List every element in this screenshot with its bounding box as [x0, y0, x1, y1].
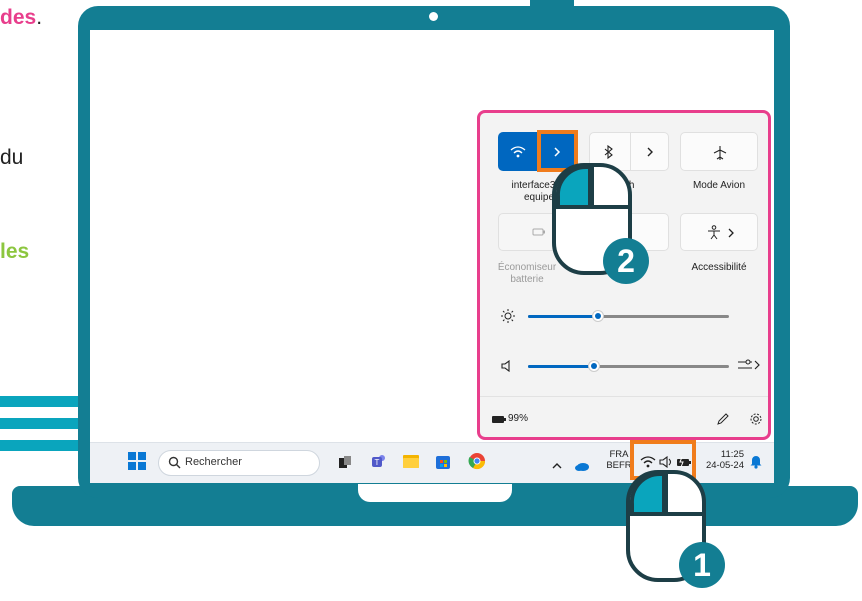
start-icon[interactable]	[128, 452, 146, 470]
taskbar-search[interactable]: Rechercher	[158, 450, 320, 476]
brightness-thumb[interactable]	[592, 310, 604, 322]
file-explorer-icon[interactable]	[402, 452, 420, 470]
brightness-slider[interactable]	[528, 308, 729, 324]
chevron-right-icon[interactable]	[646, 146, 654, 158]
battery-saver-icon	[532, 228, 545, 236]
wifi-icon	[640, 456, 656, 468]
store-icon[interactable]	[434, 452, 452, 470]
svg-text:T: T	[375, 458, 380, 467]
battery-icon	[492, 416, 506, 423]
left-text-line2: du	[0, 146, 24, 169]
battery-saver-label-line2: batterie	[510, 274, 544, 285]
step-badge-2: 2	[603, 238, 649, 284]
settings-gear-icon[interactable]	[749, 412, 763, 426]
brightness-fill	[528, 315, 598, 318]
left-text-line3: les	[0, 240, 30, 263]
search-placeholder: Rechercher	[185, 456, 242, 468]
left-text-line1: des.	[0, 6, 43, 29]
teams-icon[interactable]: T	[371, 453, 387, 469]
battery-icon	[677, 457, 691, 467]
volume-slider[interactable]	[528, 358, 729, 374]
volume-icon	[659, 456, 672, 468]
accessibility-label: Accessibilité	[691, 262, 747, 273]
clock[interactable]: 11:25 24-05-24	[702, 449, 744, 471]
volume-icon	[501, 360, 510, 372]
airplane-icon	[713, 146, 727, 160]
onedrive-icon[interactable]	[574, 456, 590, 471]
audio-output-icon[interactable]	[738, 358, 762, 372]
volume-fill	[528, 365, 594, 368]
wifi-icon	[510, 146, 526, 158]
volume-thumb[interactable]	[588, 360, 600, 372]
step-badge-1: 1	[679, 542, 725, 588]
airplane-mode-toggle[interactable]	[680, 132, 758, 171]
taskview-icon[interactable]	[338, 454, 352, 468]
laptop-notch	[358, 484, 512, 502]
brightness-icon	[501, 309, 515, 323]
chevron-right-icon	[728, 228, 734, 238]
airplane-mode-label: Mode Avion	[692, 180, 746, 191]
clock-time: 11:25	[720, 449, 744, 460]
accessibility-icon	[708, 225, 720, 240]
search-icon	[168, 456, 181, 469]
battery-percentage: 99%	[508, 413, 529, 424]
clock-date: 24-05-24	[705, 460, 744, 471]
notification-bell-icon[interactable]	[749, 453, 763, 469]
edit-pencil-icon[interactable]	[716, 412, 730, 426]
panel-footer-divider	[480, 396, 768, 397]
chevron-right-icon	[554, 147, 561, 157]
camera-icon	[429, 12, 438, 21]
wifi-toggle[interactable]	[498, 132, 537, 171]
chevron-up-icon[interactable]	[551, 456, 563, 469]
chrome-icon[interactable]	[468, 452, 486, 470]
accessibility-toggle[interactable]	[680, 213, 758, 251]
bluetooth-icon	[604, 145, 613, 160]
battery-saver-label-line1: Économiseur	[497, 262, 557, 273]
battery-saver-label: Économiseur batterie	[494, 262, 560, 286]
